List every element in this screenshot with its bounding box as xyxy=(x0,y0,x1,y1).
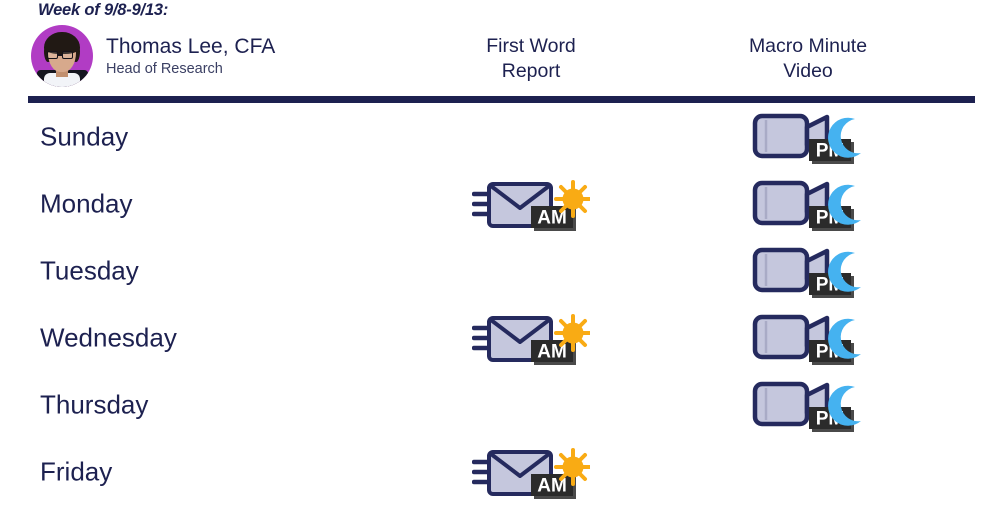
video-camera-pm-icon: PM xyxy=(752,180,861,231)
day-label: Friday xyxy=(40,456,113,486)
analyst-role: Head of Research xyxy=(106,60,223,77)
day-label: Monday xyxy=(40,188,133,218)
schedule-rows: Sunday PM Monday AM PM Tuesday PM Wednes… xyxy=(0,103,1003,505)
cell-macro-minute-video[interactable]: PM xyxy=(708,377,908,433)
cell-macro-minute-video[interactable]: PM xyxy=(708,176,908,232)
analyst-block: Thomas Lee, CFA Head of Research xyxy=(31,25,275,87)
sun-icon xyxy=(554,447,590,486)
column-header-report-line2: Report xyxy=(501,59,561,82)
schedule-row: Tuesday PM xyxy=(0,237,1003,304)
video-camera-pm-icon: PM xyxy=(752,247,861,298)
header-divider xyxy=(28,96,975,103)
schedule-row: Sunday PM xyxy=(0,103,1003,170)
video-camera-pm-icon: PM xyxy=(752,314,861,365)
column-header-report: First Word Report xyxy=(431,34,631,84)
column-header-video-line1: Macro Minute xyxy=(748,35,868,57)
analyst-name: Thomas Lee, CFA xyxy=(106,34,276,58)
cell-macro-minute-video[interactable]: PM xyxy=(708,310,908,366)
schedule-row: Thursday PM xyxy=(0,371,1003,438)
cell-first-word-report[interactable]: AM xyxy=(431,310,631,366)
email-envelope-am-icon: AM xyxy=(472,313,590,365)
cell-first-word-report[interactable]: AM xyxy=(431,176,631,232)
schedule-row: Monday AM PM xyxy=(0,170,1003,237)
schedule-row: Wednesday AM PM xyxy=(0,304,1003,371)
cell-macro-minute-video[interactable]: PM xyxy=(708,243,908,299)
schedule-row: Friday AM xyxy=(0,438,1003,505)
avatar xyxy=(31,25,93,87)
column-header-video: Macro Minute Video xyxy=(708,34,908,84)
day-label: Wednesday xyxy=(40,322,177,352)
cell-first-word-report[interactable]: AM xyxy=(431,444,631,500)
video-camera-pm-icon: PM xyxy=(752,381,861,432)
email-envelope-am-icon: AM xyxy=(472,447,590,499)
week-range-label: Week of 9/8-9/13: xyxy=(38,1,169,19)
analyst-text: Thomas Lee, CFA Head of Research xyxy=(106,35,275,78)
sun-icon xyxy=(554,313,590,352)
cell-macro-minute-video[interactable]: PM xyxy=(708,109,908,165)
sun-icon xyxy=(554,179,590,218)
day-label: Thursday xyxy=(40,389,149,419)
column-header-video-line2: Video xyxy=(783,59,833,82)
video-camera-pm-icon: PM xyxy=(752,113,861,164)
day-label: Tuesday xyxy=(40,255,139,285)
column-header-report-line1: First Word xyxy=(486,35,576,57)
email-envelope-am-icon: AM xyxy=(472,179,590,231)
day-label: Sunday xyxy=(40,121,129,151)
schedule-header: Week of 9/8-9/13: Thomas Lee, CFA Head o… xyxy=(0,0,1003,103)
